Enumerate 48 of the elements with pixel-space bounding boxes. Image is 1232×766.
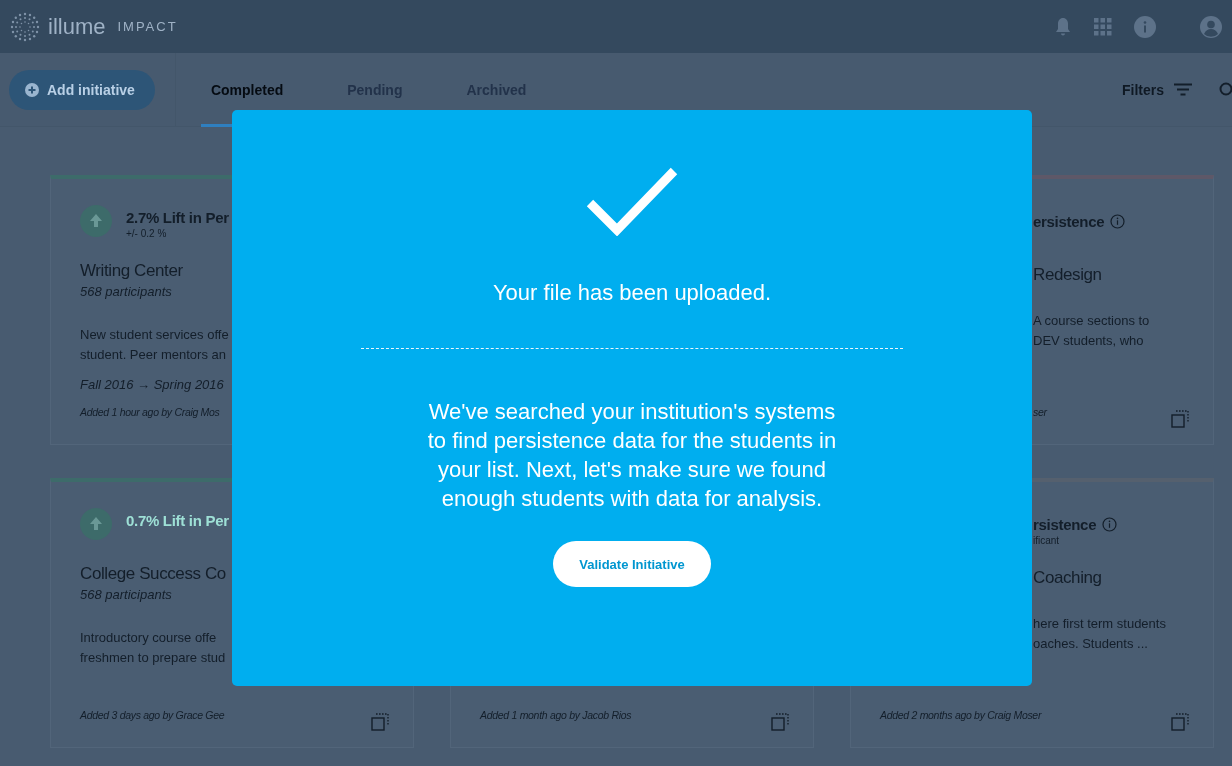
description-text: A course sections to xyxy=(1033,312,1151,330)
filter-lines-icon xyxy=(1174,83,1192,96)
description-text: DEV students, who xyxy=(1033,332,1145,350)
lift-metric: 0.7% Lift in Per xyxy=(126,512,229,529)
added-by-text: ser xyxy=(1033,406,1047,418)
added-by-text: Added 1 month ago by Jacob Rios xyxy=(480,709,632,721)
added-by-text: Added 3 days ago by Grace Gee xyxy=(80,709,225,721)
app-grid-icon[interactable] xyxy=(1094,17,1112,36)
lift-metric: 2.7% Lift in Per xyxy=(126,209,229,226)
lift-metric: rsistence xyxy=(1033,516,1097,533)
validate-initiative-button[interactable]: Validate Initiative xyxy=(553,541,711,587)
initiative-title: Coaching xyxy=(1033,568,1103,588)
lift-metric: ersistence xyxy=(1033,213,1105,230)
dialog-message: We've searched your institution's systems to find persistence data for the students in your list. Next, let's make sure we found enough students with data for analysis. xyxy=(426,398,838,513)
dialog-title: Your file has been uploaded. xyxy=(492,280,772,306)
added-by-text: Added 1 hour ago by Craig Mos xyxy=(80,406,220,418)
info-icon[interactable] xyxy=(1102,517,1118,532)
description-text: student. Peer mentors an xyxy=(80,346,227,364)
description-text: freshmen to prepare stud xyxy=(80,649,227,667)
margin-text: ificant xyxy=(1033,535,1061,546)
description-text: oaches. Students ... xyxy=(1033,635,1149,653)
filters-button[interactable]: Filters xyxy=(1116,80,1198,99)
added-by-text: Added 2 months ago by Craig Moser xyxy=(880,709,1042,721)
participants-count: 568 participants xyxy=(80,284,173,299)
duplicate-icon[interactable] xyxy=(1171,410,1189,428)
date-range: Fall 2016 → Spring 2016 xyxy=(80,377,225,392)
bell-icon[interactable] xyxy=(1054,16,1072,37)
checkmark-icon xyxy=(586,166,678,236)
initiative-title: Redesign xyxy=(1033,265,1103,285)
product-name: IMPACT xyxy=(117,19,178,34)
plus-circle-icon xyxy=(25,82,39,97)
duplicate-icon[interactable] xyxy=(771,713,789,731)
search-icon[interactable] xyxy=(1218,81,1232,98)
info-icon[interactable] xyxy=(1110,214,1126,229)
initiative-title: College Success Co xyxy=(80,564,227,584)
duplicate-icon[interactable] xyxy=(371,713,389,731)
margin-text: +/- 0.2 % xyxy=(126,228,168,239)
description-text: New student services offe xyxy=(80,326,230,344)
logo-wordmark: illume xyxy=(48,13,106,40)
initiative-title: Writing Center xyxy=(80,261,184,281)
add-initiative-button[interactable]: Add initiative xyxy=(9,69,155,110)
dotted-circle-logo-icon xyxy=(10,11,40,42)
participants-count: 568 participants xyxy=(80,587,173,602)
duplicate-icon[interactable] xyxy=(1171,713,1189,731)
description-text: here first term students xyxy=(1033,615,1167,633)
user-avatar-icon[interactable] xyxy=(1200,15,1222,38)
description-text: Introductory course offe xyxy=(80,629,218,647)
info-icon[interactable] xyxy=(1134,15,1156,38)
